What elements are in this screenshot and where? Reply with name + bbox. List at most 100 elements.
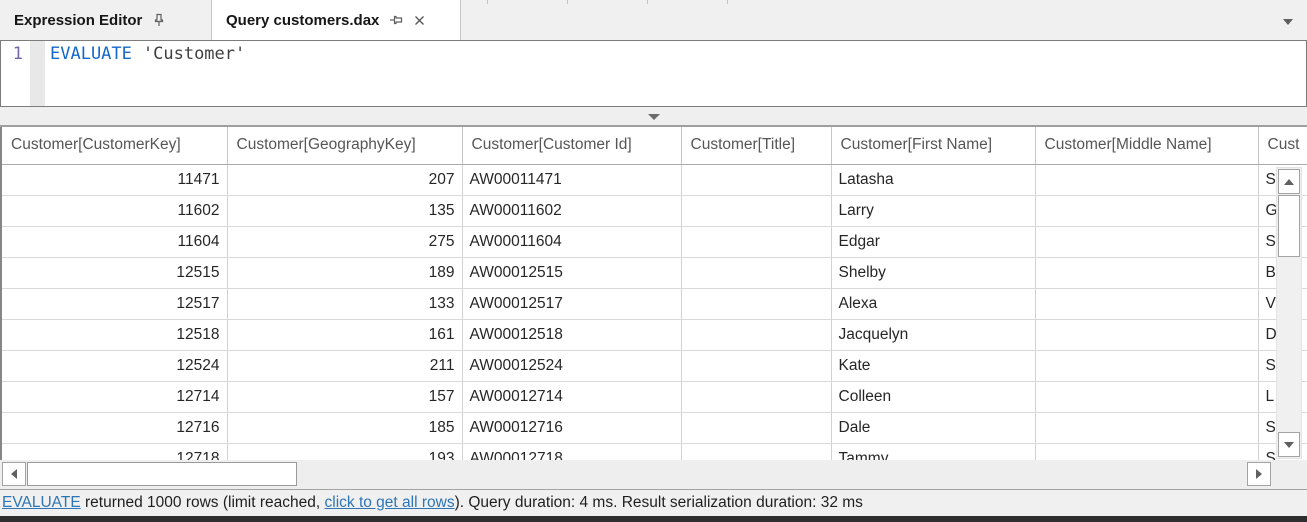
table-cell xyxy=(1035,226,1258,257)
table-cell: AW00012718 xyxy=(462,443,681,460)
table-cell: 12524 xyxy=(2,350,227,381)
editor-results-splitter[interactable] xyxy=(0,107,1307,127)
arrow-up-icon xyxy=(1284,179,1294,185)
table-cell xyxy=(681,195,831,226)
unpin-icon[interactable] xyxy=(389,13,403,27)
scroll-left-button[interactable] xyxy=(2,462,26,486)
close-icon[interactable] xyxy=(413,14,426,27)
arrow-down-icon xyxy=(1284,442,1294,448)
pin-icon[interactable] xyxy=(152,13,166,27)
table-cell: AW00012517 xyxy=(462,288,681,319)
table-cell: 211 xyxy=(227,350,462,381)
table-cell: 12714 xyxy=(2,381,227,412)
table-cell xyxy=(1035,164,1258,195)
table-cell: 207 xyxy=(227,164,462,195)
tab-overflow-dropdown-icon[interactable] xyxy=(1283,19,1293,25)
table-cell xyxy=(681,288,831,319)
dax-studio-window: Expression Editor Query customers.dax xyxy=(0,0,1307,522)
table-cell: AW00012716 xyxy=(462,412,681,443)
table-cell: 12718 xyxy=(2,443,227,460)
tab-bar-tick xyxy=(567,0,568,4)
column-header[interactable]: Customer[First Name] xyxy=(831,127,1035,164)
code-text-area[interactable]: EVALUATE 'Customer' xyxy=(45,41,1306,106)
table-row: 12716185AW00012716DaleS xyxy=(2,412,1307,443)
table-cell xyxy=(1035,443,1258,460)
table-cell xyxy=(1035,288,1258,319)
column-header[interactable]: Customer[Customer Id] xyxy=(462,127,681,164)
table-row: 12517133AW00012517AlexaV xyxy=(2,288,1307,319)
table-cell: 161 xyxy=(227,319,462,350)
table-cell: Jacquelyn xyxy=(831,319,1035,350)
tab-expression-editor-label: Expression Editor xyxy=(14,12,142,29)
table-cell: 11604 xyxy=(2,226,227,257)
tab-query-customers-dax[interactable]: Query customers.dax xyxy=(212,0,461,40)
document-tab-bar: Expression Editor Query customers.dax xyxy=(0,0,1307,40)
column-header[interactable]: Customer[Title] xyxy=(681,127,831,164)
table-cell: Edgar xyxy=(831,226,1035,257)
scroll-down-button[interactable] xyxy=(1278,432,1300,457)
table-cell: Kate xyxy=(831,350,1035,381)
table-cell: 157 xyxy=(227,381,462,412)
scroll-right-button[interactable] xyxy=(1247,462,1271,486)
window-bottom-edge xyxy=(0,516,1307,522)
query-results-grid: Customer[CustomerKey]Customer[GeographyK… xyxy=(0,127,1307,460)
table-cell xyxy=(1035,257,1258,288)
table-cell: 11471 xyxy=(2,164,227,195)
table-cell xyxy=(681,226,831,257)
table-cell xyxy=(1035,350,1258,381)
table-cell: AW00011604 xyxy=(462,226,681,257)
table-cell: 12517 xyxy=(2,288,227,319)
vertical-scrollbar[interactable] xyxy=(1276,167,1302,459)
line-number: 1 xyxy=(1,41,30,64)
splitter-collapse-icon[interactable] xyxy=(648,114,660,120)
table-cell: 12716 xyxy=(2,412,227,443)
column-header[interactable]: Customer[Middle Name] xyxy=(1035,127,1258,164)
table-cell: 193 xyxy=(227,443,462,460)
table-row: 12515189AW00012515ShelbyB xyxy=(2,257,1307,288)
table-cell: Dale xyxy=(831,412,1035,443)
table-cell xyxy=(1035,195,1258,226)
table-row: 12518161AW00012518JacquelynD xyxy=(2,319,1307,350)
dax-code-editor[interactable]: 1 EVALUATE 'Customer' xyxy=(0,40,1307,107)
code-line-1: EVALUATE 'Customer' xyxy=(45,41,1306,64)
column-header[interactable]: Customer[CustomerKey] xyxy=(2,127,227,164)
table-cell: 133 xyxy=(227,288,462,319)
table-cell: 185 xyxy=(227,412,462,443)
horizontal-scrollbar-thumb[interactable] xyxy=(27,462,297,486)
results-header-row: Customer[CustomerKey]Customer[GeographyK… xyxy=(2,127,1307,164)
horizontal-scrollbar[interactable] xyxy=(0,460,1307,489)
table-row: 11602135AW00011602LarryG xyxy=(2,195,1307,226)
column-header[interactable]: Cust xyxy=(1258,127,1307,164)
column-header[interactable]: Customer[GeographyKey] xyxy=(227,127,462,164)
table-cell xyxy=(1035,319,1258,350)
table-cell: Larry xyxy=(831,195,1035,226)
table-cell xyxy=(681,319,831,350)
table-row: 11604275AW00011604EdgarS xyxy=(2,226,1307,257)
table-cell: Shelby xyxy=(831,257,1035,288)
evaluate-link[interactable]: EVALUATE xyxy=(2,494,81,511)
table-cell: 135 xyxy=(227,195,462,226)
dax-keyword: EVALUATE xyxy=(50,44,132,64)
table-cell xyxy=(681,164,831,195)
results-table: Customer[CustomerKey]Customer[GeographyK… xyxy=(2,127,1307,460)
table-row: 12718193AW00012718TammyS xyxy=(2,443,1307,460)
get-all-rows-link[interactable]: click to get all rows xyxy=(325,494,455,511)
table-cell xyxy=(681,443,831,460)
table-cell: 275 xyxy=(227,226,462,257)
dax-table-reference: 'Customer' xyxy=(143,44,245,64)
vertical-scrollbar-thumb[interactable] xyxy=(1278,195,1300,257)
scroll-up-button[interactable] xyxy=(1278,169,1300,194)
line-number-gutter: 1 xyxy=(1,41,30,106)
table-cell: 12518 xyxy=(2,319,227,350)
code-folding-margin xyxy=(30,41,45,106)
table-row: 12714157AW00012714ColleenL xyxy=(2,381,1307,412)
table-cell xyxy=(681,257,831,288)
tab-bar-tick xyxy=(647,0,648,4)
table-cell xyxy=(681,381,831,412)
table-cell: AW00012515 xyxy=(462,257,681,288)
table-cell: 11602 xyxy=(2,195,227,226)
table-cell: 189 xyxy=(227,257,462,288)
tab-expression-editor[interactable]: Expression Editor xyxy=(0,0,212,40)
table-cell xyxy=(1035,412,1258,443)
status-text-2: ). Query duration: 4 ms. Result serializ… xyxy=(455,494,863,511)
